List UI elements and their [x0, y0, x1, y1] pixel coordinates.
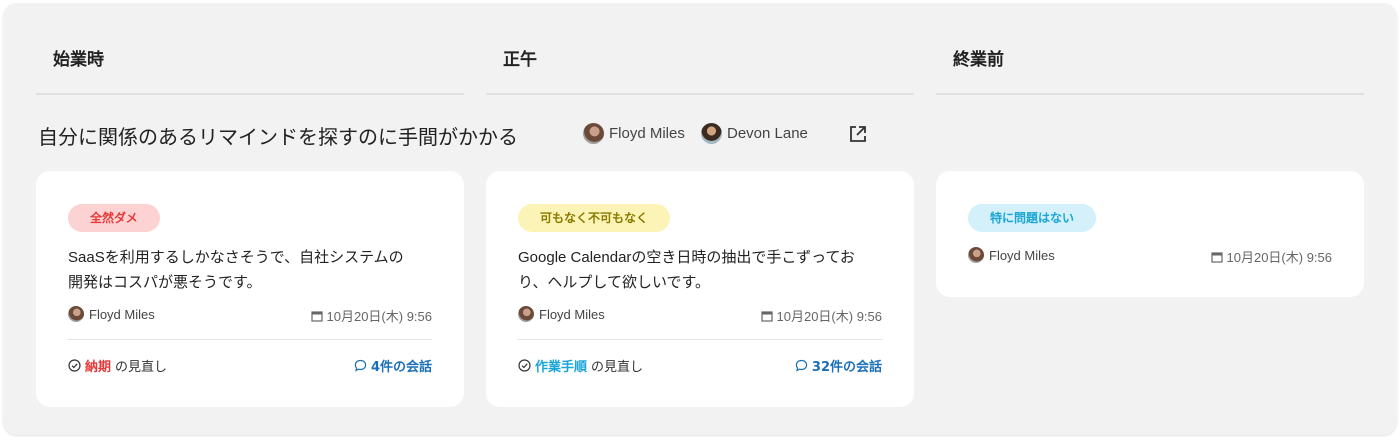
timestamp: 10月20日(木) 9:56 — [1210, 247, 1333, 266]
avatar — [701, 123, 722, 144]
avatar — [583, 123, 604, 144]
review-suffix: の見直し — [115, 360, 168, 375]
card-body-line: り、ヘルプして欲しいです。 — [518, 274, 711, 291]
review-item: 作業手順 の見直し — [518, 356, 643, 375]
reminder-card[interactable]: 可もなく不可もなく Google Calendarの空き日時の抽出で手こずってお… — [486, 171, 914, 407]
calendar-icon — [310, 310, 323, 322]
column-header-morning: 始業時 — [36, 33, 464, 95]
status-badge: 特に問題はない — [968, 204, 1097, 232]
review-keyword: 納期 — [85, 360, 112, 375]
chat-bubble-icon — [795, 359, 808, 372]
card-footer: 納期 の見直し 4件の会話 — [68, 356, 432, 376]
column-title: 終業前 — [953, 50, 1004, 70]
status-badge: 全然ダメ — [68, 204, 160, 232]
status-badge: 可もなく不可もなく — [518, 204, 671, 232]
calendar-icon — [1210, 251, 1223, 263]
card-meta: Floyd Miles 10月20日(木) 9:56 — [518, 306, 882, 326]
review-keyword: 作業手順 — [535, 360, 588, 375]
divider — [68, 339, 432, 340]
card-body-line: Google Calendarの空き日時の抽出で手こずってお — [518, 249, 855, 266]
avatar — [68, 306, 84, 322]
topic-row: 自分に関係のあるリマインドを探すのに手間がかかる Floyd Miles Dev… — [38, 119, 938, 149]
column-title: 正午 — [503, 50, 537, 70]
chat-bubble-icon — [354, 359, 367, 372]
comments-link[interactable]: 32件の会話 — [795, 356, 882, 375]
card-body-line: SaaSを利用するしかなさそうで、自社システムの — [68, 249, 404, 266]
author-name: Floyd Miles — [989, 247, 1055, 263]
avatar — [518, 306, 534, 322]
comments-count: 32件の会話 — [811, 360, 882, 375]
column-header-evening: 終業前 — [936, 33, 1364, 95]
calendar-icon — [760, 310, 773, 322]
author: Floyd Miles — [518, 306, 605, 322]
card-body: Google Calendarの空き日時の抽出で手こずってお り、ヘルプして欲し… — [518, 245, 888, 295]
review-item: 納期 の見直し — [68, 356, 167, 375]
card-body-line: 開発はコスパが悪そうです。 — [68, 274, 262, 291]
date-text: 10月20日(木) 9:56 — [776, 309, 883, 324]
check-circle-icon — [518, 359, 531, 372]
date-text: 10月20日(木) 9:56 — [1226, 250, 1333, 265]
author-name: Floyd Miles — [89, 306, 155, 322]
card-meta: Floyd Miles 10月20日(木) 9:56 — [68, 306, 432, 326]
timestamp: 10月20日(木) 9:56 — [310, 306, 433, 325]
card-body: SaaSを利用するしかなさそうで、自社システムの 開発はコスパが悪そうです。 — [68, 245, 438, 295]
card-footer: 作業手順 の見直し 32件の会話 — [518, 356, 882, 376]
comments-link[interactable]: 4件の会話 — [354, 356, 432, 375]
date-text: 10月20日(木) 9:56 — [326, 309, 433, 324]
assignee-chip[interactable]: Floyd Miles — [583, 123, 685, 144]
comments-count: 4件の会話 — [370, 360, 432, 375]
topic-title: 自分に関係のあるリマインドを探すのに手間がかかる — [38, 125, 518, 149]
check-circle-icon — [68, 359, 81, 372]
author-name: Floyd Miles — [539, 306, 605, 322]
external-link-icon[interactable] — [848, 124, 868, 144]
assignee-chip[interactable]: Devon Lane — [701, 123, 808, 144]
assignee-name: Devon Lane — [727, 125, 808, 142]
timestamp: 10月20日(木) 9:56 — [760, 306, 883, 325]
author: Floyd Miles — [68, 306, 155, 322]
column-header-noon: 正午 — [486, 33, 914, 95]
card-meta: Floyd Miles 10月20日(木) 9:56 — [968, 247, 1332, 267]
author: Floyd Miles — [968, 247, 1055, 263]
avatar — [968, 247, 984, 263]
reminder-card[interactable]: 全然ダメ SaaSを利用するしかなさそうで、自社システムの 開発はコスパが悪そう… — [36, 171, 464, 407]
divider — [518, 339, 882, 340]
reminder-card[interactable]: 特に問題はない Floyd Miles 10月20日(木) 9:56 — [936, 171, 1364, 297]
column-title: 始業時 — [53, 50, 104, 70]
assignee-name: Floyd Miles — [609, 125, 685, 142]
reminder-board: 始業時 正午 終業前 自分に関係のあるリマインドを探すのに手間がかかる Floy… — [3, 3, 1397, 435]
review-suffix: の見直し — [591, 360, 644, 375]
